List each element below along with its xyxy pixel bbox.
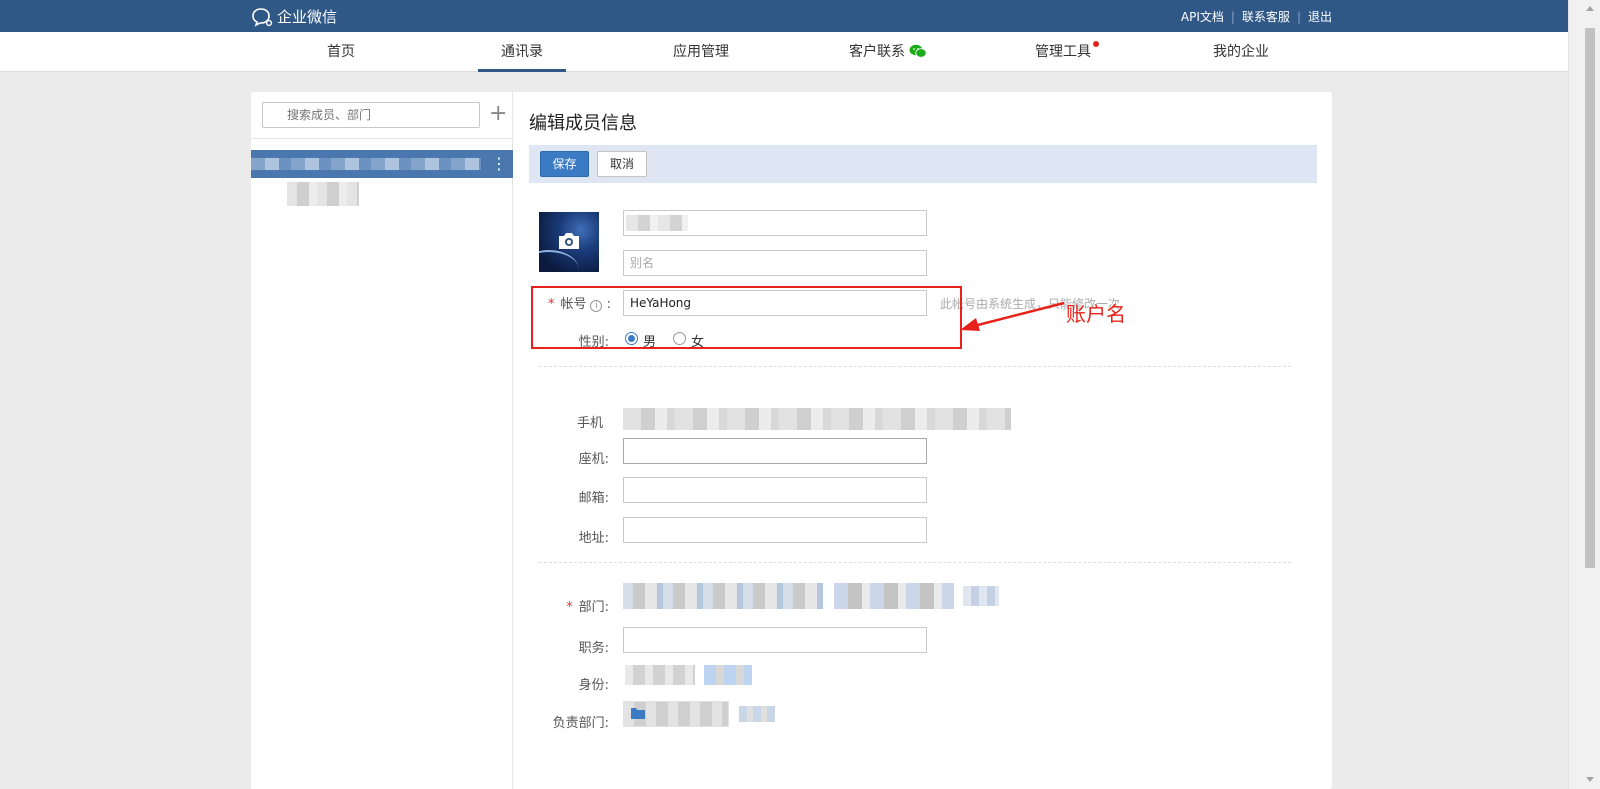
nav-app-management[interactable]: 应用管理 <box>664 32 738 72</box>
department-label: * 部门: <box>539 596 609 615</box>
position-field[interactable] <box>623 627 927 653</box>
landline-field[interactable] <box>623 438 927 464</box>
scroll-up-icon[interactable] <box>1586 6 1594 11</box>
api-docs-link[interactable]: API文档 <box>1181 8 1224 25</box>
notification-dot <box>1093 41 1099 47</box>
link-separator: | <box>1296 9 1301 24</box>
email-field[interactable] <box>623 477 927 503</box>
mobile-label: 手机 <box>576 416 603 431</box>
page-scrollbar[interactable] <box>1568 0 1600 789</box>
nav-contacts[interactable]: 通讯录 <box>478 32 566 72</box>
blurred-subdepartment[interactable] <box>287 182 359 206</box>
position-label: 职务: <box>578 641 609 656</box>
support-link[interactable]: 联系客服 <box>1242 8 1290 25</box>
content-panel: + ⋮ 编辑成员信息 保存 取消 *帐号i : 此帐号由系统生成，只能修改一次 … <box>251 92 1332 789</box>
top-bar: 企业微信 API文档 | 联系客服 | 退出 <box>0 0 1568 32</box>
name-field[interactable] <box>623 210 927 236</box>
section-divider <box>539 562 1291 563</box>
selected-department-row[interactable]: ⋮ <box>251 150 513 178</box>
nav-customer-contact-label: 客户联系 <box>849 44 905 60</box>
brand-name: 企业微信 <box>277 8 338 26</box>
annotation-highlight-box <box>531 286 962 349</box>
member-edit-form: 编辑成员信息 保存 取消 *帐号i : 此帐号由系统生成，只能修改一次 性别: … <box>513 92 1332 789</box>
address-field[interactable] <box>623 517 927 543</box>
blurred-identity-option[interactable] <box>704 665 752 685</box>
blurred-identity-option[interactable] <box>625 665 695 685</box>
managed-department-label: 负责部门: <box>552 716 609 731</box>
landline-label: 座机: <box>578 452 609 467</box>
section-divider <box>539 366 1291 367</box>
avatar-planet-decoration <box>539 250 579 272</box>
nav-my-company[interactable]: 我的企业 <box>1208 32 1274 72</box>
logout-link[interactable]: 退出 <box>1308 8 1332 25</box>
scroll-down-icon[interactable] <box>1586 777 1594 782</box>
email-label: 邮箱: <box>578 491 609 506</box>
org-tree-sidebar: + ⋮ <box>251 92 513 789</box>
save-button[interactable]: 保存 <box>540 151 589 177</box>
blurred-name-value <box>626 215 688 231</box>
annotation-arrow-icon <box>960 301 1065 331</box>
cancel-button[interactable]: 取消 <box>597 151 647 177</box>
add-icon[interactable]: + <box>489 101 507 127</box>
blurred-department-link[interactable] <box>963 586 999 606</box>
nav-admin-tools[interactable]: 管理工具 <box>1030 32 1096 72</box>
divider <box>251 138 513 139</box>
member-search-input[interactable] <box>262 102 480 128</box>
blurred-mobile-value[interactable] <box>623 408 1011 430</box>
nav-customer-contact[interactable]: 客户联系 <box>838 32 938 72</box>
avatar-upload[interactable] <box>539 212 599 272</box>
blurred-managed-department-link[interactable] <box>739 706 775 722</box>
page-title: 编辑成员信息 <box>529 113 637 134</box>
annotation-label: 账户名 <box>1066 302 1126 326</box>
wework-logo-icon <box>252 7 273 27</box>
blurred-department-tag[interactable] <box>623 583 823 609</box>
blurred-department-name <box>251 158 481 170</box>
address-label: 地址: <box>578 531 609 546</box>
scrollbar-thumb[interactable] <box>1585 28 1595 568</box>
nav-home[interactable]: 首页 <box>316 32 366 72</box>
alias-field[interactable] <box>623 250 927 276</box>
brand[interactable]: 企业微信 <box>251 6 337 27</box>
folder-icon <box>631 708 645 719</box>
required-mark: * <box>566 600 573 615</box>
more-options-icon[interactable]: ⋮ <box>491 154 507 174</box>
blurred-department-tag[interactable] <box>834 583 954 609</box>
camera-icon <box>559 233 579 249</box>
identity-label: 身份: <box>578 678 609 693</box>
form-toolbar: 保存 取消 <box>529 145 1317 183</box>
wechat-icon <box>909 44 927 58</box>
top-links: API文档 | 联系客服 | 退出 <box>1181 8 1332 25</box>
link-separator: | <box>1230 9 1235 24</box>
department-label-text: 部门: <box>578 600 609 615</box>
main-nav: 首页 通讯录 应用管理 客户联系 管理工具 我的企业 <box>0 32 1568 72</box>
